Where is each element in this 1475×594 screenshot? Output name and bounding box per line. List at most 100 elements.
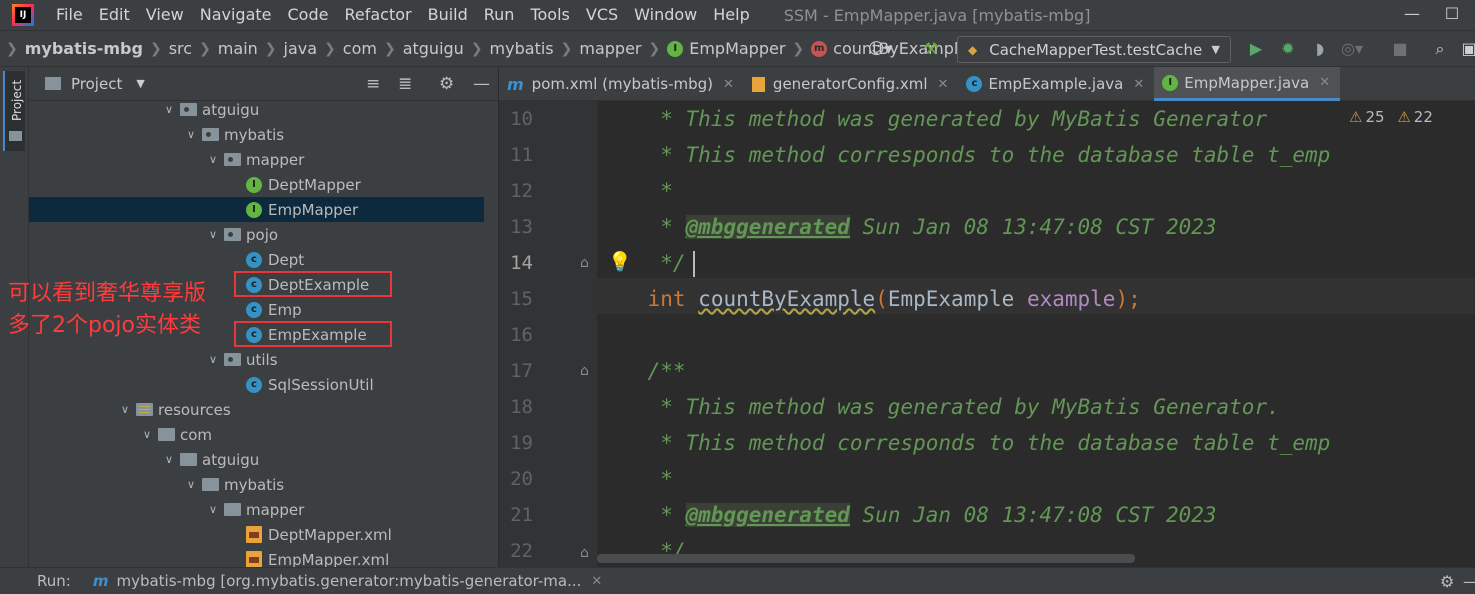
- tree-row[interactable]: ∨ atguigu: [29, 97, 484, 122]
- tree-row[interactable]: c SqlSessionUtil: [29, 372, 484, 397]
- interface-icon: I: [1162, 74, 1179, 91]
- expand-all-icon[interactable]: ≡: [366, 74, 380, 94]
- menu-build[interactable]: Build: [420, 0, 476, 30]
- expand-arrow-icon[interactable]: ∨: [206, 228, 220, 241]
- tab-generatorconfig-xml[interactable]: generatorConfig.xml ✕: [744, 67, 959, 101]
- inspection-widget[interactable]: ⚠ 25 ⚠ 22: [1349, 108, 1433, 126]
- breadcrumb-java[interactable]: java: [284, 39, 318, 58]
- folder-icon: [202, 478, 219, 491]
- tree-item-label: atguigu: [202, 100, 260, 119]
- tree-row[interactable]: ∨ atguigu: [29, 447, 484, 472]
- tree-item-label: EmpMapper.xml: [268, 550, 390, 568]
- weak-warning-icon: ⚠: [1349, 108, 1363, 126]
- hide-panel-icon[interactable]: —: [1463, 572, 1475, 591]
- expand-arrow-icon[interactable]: ∨: [162, 103, 176, 116]
- project-view-title[interactable]: Project: [71, 75, 122, 93]
- menu-tools[interactable]: Tools: [522, 0, 577, 30]
- breadcrumb-com[interactable]: com: [343, 39, 377, 58]
- coverage-shield-icon[interactable]: ◗: [1309, 38, 1331, 60]
- run-tab-label[interactable]: mybatis-mbg [org.mybatis.generator:mybat…: [116, 572, 581, 590]
- tab-empexample-java[interactable]: c EmpExample.java ✕: [958, 67, 1154, 101]
- text-caret: [693, 251, 695, 277]
- gear-icon[interactable]: ⚙: [439, 74, 454, 94]
- tab-empmapper-java[interactable]: I EmpMapper.java ✕: [1154, 67, 1341, 101]
- profile-icon[interactable]: ◎▾: [1341, 38, 1363, 60]
- close-icon[interactable]: ✕: [1133, 77, 1144, 92]
- breadcrumb-mybatis[interactable]: mybatis: [490, 39, 554, 58]
- gear-icon[interactable]: ⚙: [1440, 572, 1454, 591]
- expand-arrow-icon[interactable]: ∨: [206, 353, 220, 366]
- collapse-all-icon[interactable]: ≣: [398, 74, 412, 94]
- close-icon[interactable]: ✕: [1319, 75, 1330, 90]
- breadcrumb-atguigu[interactable]: atguigu: [403, 39, 464, 58]
- hide-panel-icon[interactable]: —: [473, 74, 490, 94]
- tree-row[interactable]: ∨ resources: [29, 397, 484, 422]
- menu-help[interactable]: Help: [705, 0, 757, 30]
- debug-bug-icon[interactable]: ✹: [1277, 38, 1299, 60]
- menu-edit[interactable]: Edit: [91, 0, 138, 30]
- menu-vcs[interactable]: VCS: [578, 0, 626, 30]
- menu-view[interactable]: View: [138, 0, 192, 30]
- tree-row[interactable]: I DeptMapper: [29, 172, 484, 197]
- horizontal-scrollbar[interactable]: [597, 554, 1135, 563]
- menu-refactor[interactable]: Refactor: [336, 0, 419, 30]
- expand-arrow-icon[interactable]: ∨: [140, 428, 154, 441]
- minimize-icon[interactable]: —: [1392, 0, 1432, 30]
- fold-marker-icon[interactable]: ⌂: [580, 545, 589, 561]
- menu-file[interactable]: File: [48, 0, 91, 30]
- breadcrumb-method-label: countByExample: [833, 39, 969, 58]
- breadcrumb-src[interactable]: src: [169, 39, 192, 58]
- settings-icon[interactable]: ▣: [1458, 38, 1475, 60]
- tree-row[interactable]: ∨ mapper: [29, 147, 484, 172]
- tab-pom-xml[interactable]: m pom.xml (mybatis-mbg) ✕: [499, 67, 744, 101]
- expand-arrow-icon[interactable]: ∨: [184, 478, 198, 491]
- close-icon[interactable]: ✕: [723, 77, 734, 92]
- package-icon: [224, 228, 241, 241]
- tree-row[interactable]: ∨ pojo: [29, 222, 484, 247]
- tree-row[interactable]: ∨ com: [29, 422, 484, 447]
- fold-marker-icon[interactable]: ⌂: [580, 363, 589, 379]
- method-name: countByExample: [698, 287, 876, 311]
- intention-bulb-icon[interactable]: 💡: [608, 250, 632, 273]
- close-icon[interactable]: ✕: [591, 574, 602, 589]
- search-icon[interactable]: ⌕: [1429, 38, 1451, 60]
- expand-arrow-icon[interactable]: ∨: [206, 503, 220, 516]
- expand-arrow-icon[interactable]: ∨: [206, 153, 220, 166]
- menu-run[interactable]: Run: [476, 0, 523, 30]
- run-icon[interactable]: ▶: [1245, 38, 1267, 60]
- build-hammer-icon[interactable]: ⚒: [920, 38, 942, 60]
- breadcrumb-mapper[interactable]: mapper: [579, 39, 641, 58]
- tree-row[interactable]: ∨ mapper: [29, 497, 484, 522]
- breadcrumb-main[interactable]: main: [218, 39, 258, 58]
- code-area[interactable]: * This method was generated by MyBatis G…: [597, 101, 1475, 567]
- expand-arrow-icon[interactable]: ∨: [162, 453, 176, 466]
- editor-tab-bar: m pom.xml (mybatis-mbg) ✕ generatorConfi…: [499, 67, 1475, 101]
- user-dropdown-icon[interactable]: ☺▾: [868, 38, 893, 60]
- menu-navigate[interactable]: Navigate: [192, 0, 280, 30]
- tree-row[interactable]: ∨ mybatis: [29, 122, 484, 147]
- tree-row[interactable]: EmpMapper.xml: [29, 547, 484, 567]
- project-tool-window-button[interactable]: Project: [3, 71, 25, 151]
- menu-window[interactable]: Window: [626, 0, 705, 30]
- chevron-down-icon[interactable]: ▼: [136, 77, 144, 90]
- doc-tag: @mbggenerated: [685, 215, 850, 239]
- maximize-icon[interactable]: ☐: [1432, 0, 1472, 30]
- tree-row[interactable]: c Dept: [29, 247, 484, 272]
- tree-row[interactable]: I EmpMapper: [29, 197, 484, 222]
- fold-marker-icon[interactable]: ⌂: [580, 255, 589, 271]
- menu-code[interactable]: Code: [280, 0, 337, 30]
- tree-row[interactable]: ∨ mybatis: [29, 472, 484, 497]
- code-line: /**: [597, 353, 686, 389]
- expand-arrow-icon[interactable]: ∨: [184, 128, 198, 141]
- breadcrumb-project[interactable]: mybatis-mbg: [25, 39, 143, 58]
- breadcrumb-separator-icon: ❯: [199, 40, 211, 57]
- annotation-text: 可以看到奢华尊享版 多了2个pojo实体类: [8, 278, 206, 342]
- tree-row[interactable]: ∨ utils: [29, 347, 484, 372]
- doc-comment-text: *: [597, 467, 673, 491]
- expand-arrow-icon[interactable]: ∨: [118, 403, 132, 416]
- run-configuration-selector[interactable]: ◆ CacheMapperTest.testCache ▼: [957, 36, 1231, 63]
- breadcrumb-empmapper[interactable]: I EmpMapper: [667, 39, 785, 58]
- tree-row[interactable]: DeptMapper.xml: [29, 522, 484, 547]
- close-icon[interactable]: ✕: [938, 77, 949, 92]
- stop-icon[interactable]: ■: [1389, 38, 1411, 60]
